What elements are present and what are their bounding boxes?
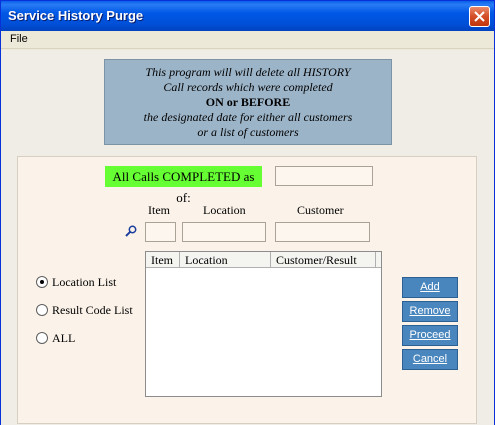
completed-date-input[interactable]: [275, 166, 373, 186]
calls-completed-label: All Calls COMPLETED as of:: [105, 166, 262, 205]
add-button[interactable]: Add: [402, 277, 458, 298]
purge-form-panel: All Calls COMPLETED as of: Item Location…: [17, 156, 477, 424]
info-line-4: the designated date for either all custo…: [143, 110, 353, 124]
service-history-purge-window: Service History Purge File This program …: [0, 0, 495, 425]
list-column-item[interactable]: Item: [146, 252, 180, 268]
selection-list[interactable]: Item Location Customer/Result: [145, 251, 382, 397]
menu-file[interactable]: File: [10, 33, 28, 45]
result-code-list-radio[interactable]: [36, 304, 48, 317]
title-bar: Service History Purge: [1, 1, 494, 31]
client-area: This program will will delete all HISTOR…: [1, 50, 494, 425]
info-line-1: This program will will delete all HISTOR…: [145, 65, 351, 79]
menu-bar: File: [1, 31, 494, 49]
magnifier-icon[interactable]: [125, 225, 137, 237]
item-header: Item: [148, 203, 170, 217]
result-code-list-option[interactable]: Result Code List: [36, 303, 133, 318]
all-radio[interactable]: [36, 332, 48, 345]
location-field[interactable]: [182, 222, 266, 242]
location-list-radio[interactable]: [36, 276, 48, 289]
result-code-list-label: Result Code List: [52, 303, 133, 317]
cancel-button[interactable]: Cancel: [402, 349, 458, 370]
location-list-label: Location List: [52, 275, 117, 289]
info-line-5: or a list of customers: [197, 125, 299, 139]
list-header: Item Location Customer/Result: [146, 252, 381, 268]
close-button[interactable]: [469, 6, 490, 27]
info-line-2: Call records which were completed: [163, 80, 333, 94]
info-panel: This program will will delete all HISTOR…: [104, 59, 392, 145]
location-list-option[interactable]: Location List: [36, 275, 116, 290]
list-column-location[interactable]: Location: [180, 252, 271, 268]
customer-header: Customer: [297, 203, 344, 217]
all-option[interactable]: ALL: [36, 331, 75, 346]
window-title: Service History Purge: [8, 8, 144, 23]
proceed-button[interactable]: Proceed: [402, 325, 458, 346]
item-field[interactable]: [145, 222, 176, 242]
location-header: Location: [203, 203, 246, 217]
remove-button[interactable]: Remove: [402, 301, 458, 322]
info-line-3: ON or BEFORE: [205, 95, 291, 109]
close-icon: [474, 11, 485, 22]
list-column-customer-result[interactable]: Customer/Result: [271, 252, 376, 268]
customer-field[interactable]: [275, 222, 370, 242]
all-label: ALL: [52, 331, 76, 345]
